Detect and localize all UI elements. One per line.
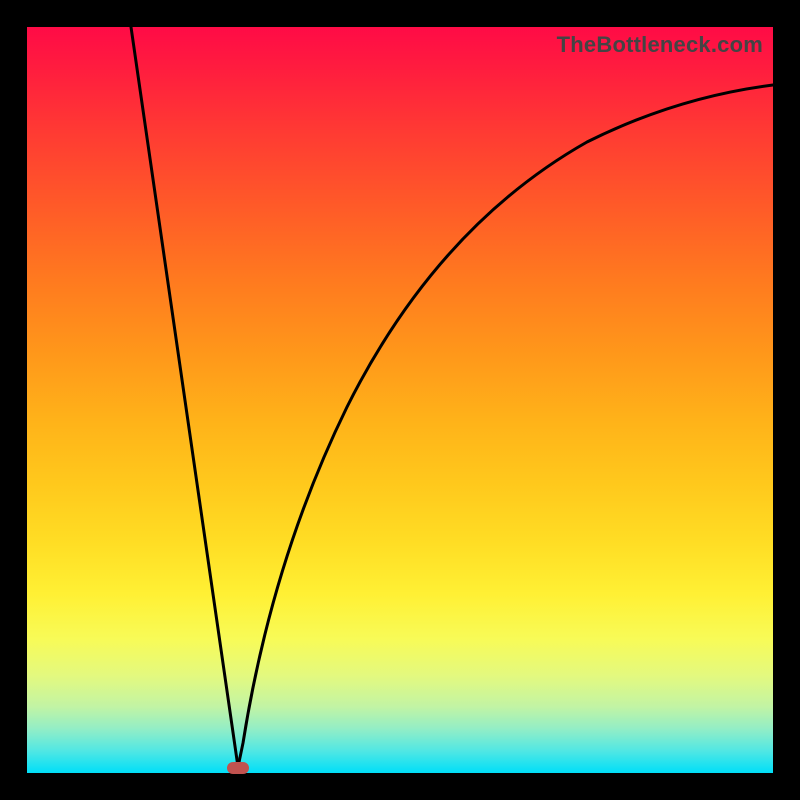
watermark-text: TheBottleneck.com: [557, 32, 763, 58]
curve-right-segment: [238, 85, 773, 767]
optimal-marker: [227, 762, 249, 774]
bottleneck-curve: [27, 27, 773, 773]
curve-left-segment: [131, 27, 238, 767]
chart-frame: TheBottleneck.com: [27, 27, 773, 773]
